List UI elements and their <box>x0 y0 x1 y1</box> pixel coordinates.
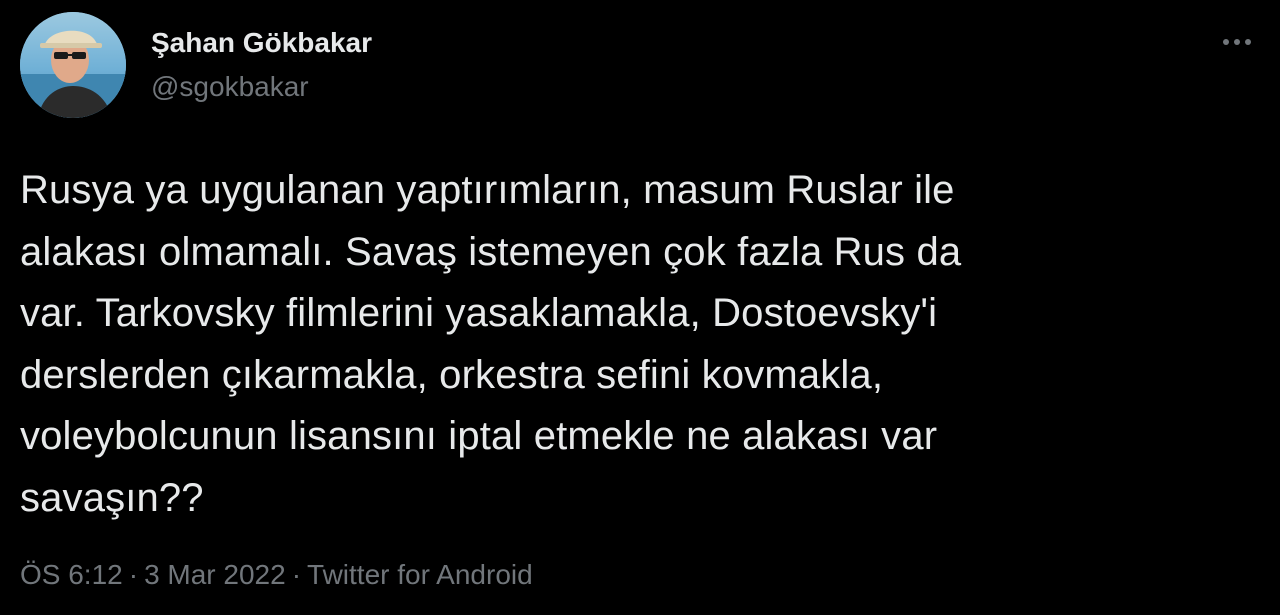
tweet-text-line: Rusya ya uygulanan yaptırımların, masum … <box>20 168 955 212</box>
tweet-text-line: alakası olmamalı. Savaş istemeyen çok fa… <box>20 229 962 274</box>
tweet-card: Şahan Gökbakar @sgokbakar Rusya ya uygul… <box>0 0 1280 615</box>
meta-separator: · <box>128 559 139 590</box>
tweet-source-link[interactable]: Twitter for Android <box>307 559 533 590</box>
meta-separator: · <box>291 559 302 590</box>
profile-photo-icon <box>20 12 126 118</box>
author-avatar[interactable] <box>20 12 126 118</box>
tweet-date[interactable]: 3 Mar 2022 <box>144 559 286 590</box>
more-options-button[interactable] <box>1212 22 1262 62</box>
tweet-text-line: voleybolcunun lisansını iptal etmekle ne… <box>20 414 938 458</box>
author-handle[interactable]: @sgokbakar <box>151 70 309 104</box>
tweet-text: Rusya ya uygulanan yaptırımların, masum … <box>20 160 1260 529</box>
tweet-text-line: var. Tarkovsky filmlerini yasaklamakla, … <box>20 291 938 335</box>
author-name[interactable]: Şahan Gökbakar <box>151 26 372 60</box>
tweet-metadata: ÖS 6:12 · 3 Mar 2022 · Twitter for Android <box>20 558 533 592</box>
tweet-text-line: savaşın?? <box>20 475 204 520</box>
tweet-time[interactable]: ÖS 6:12 <box>20 559 123 590</box>
more-horizontal-icon <box>1223 39 1251 45</box>
tweet-text-line: derslerden çıkarmakla, orkestra sefini k… <box>20 352 884 397</box>
